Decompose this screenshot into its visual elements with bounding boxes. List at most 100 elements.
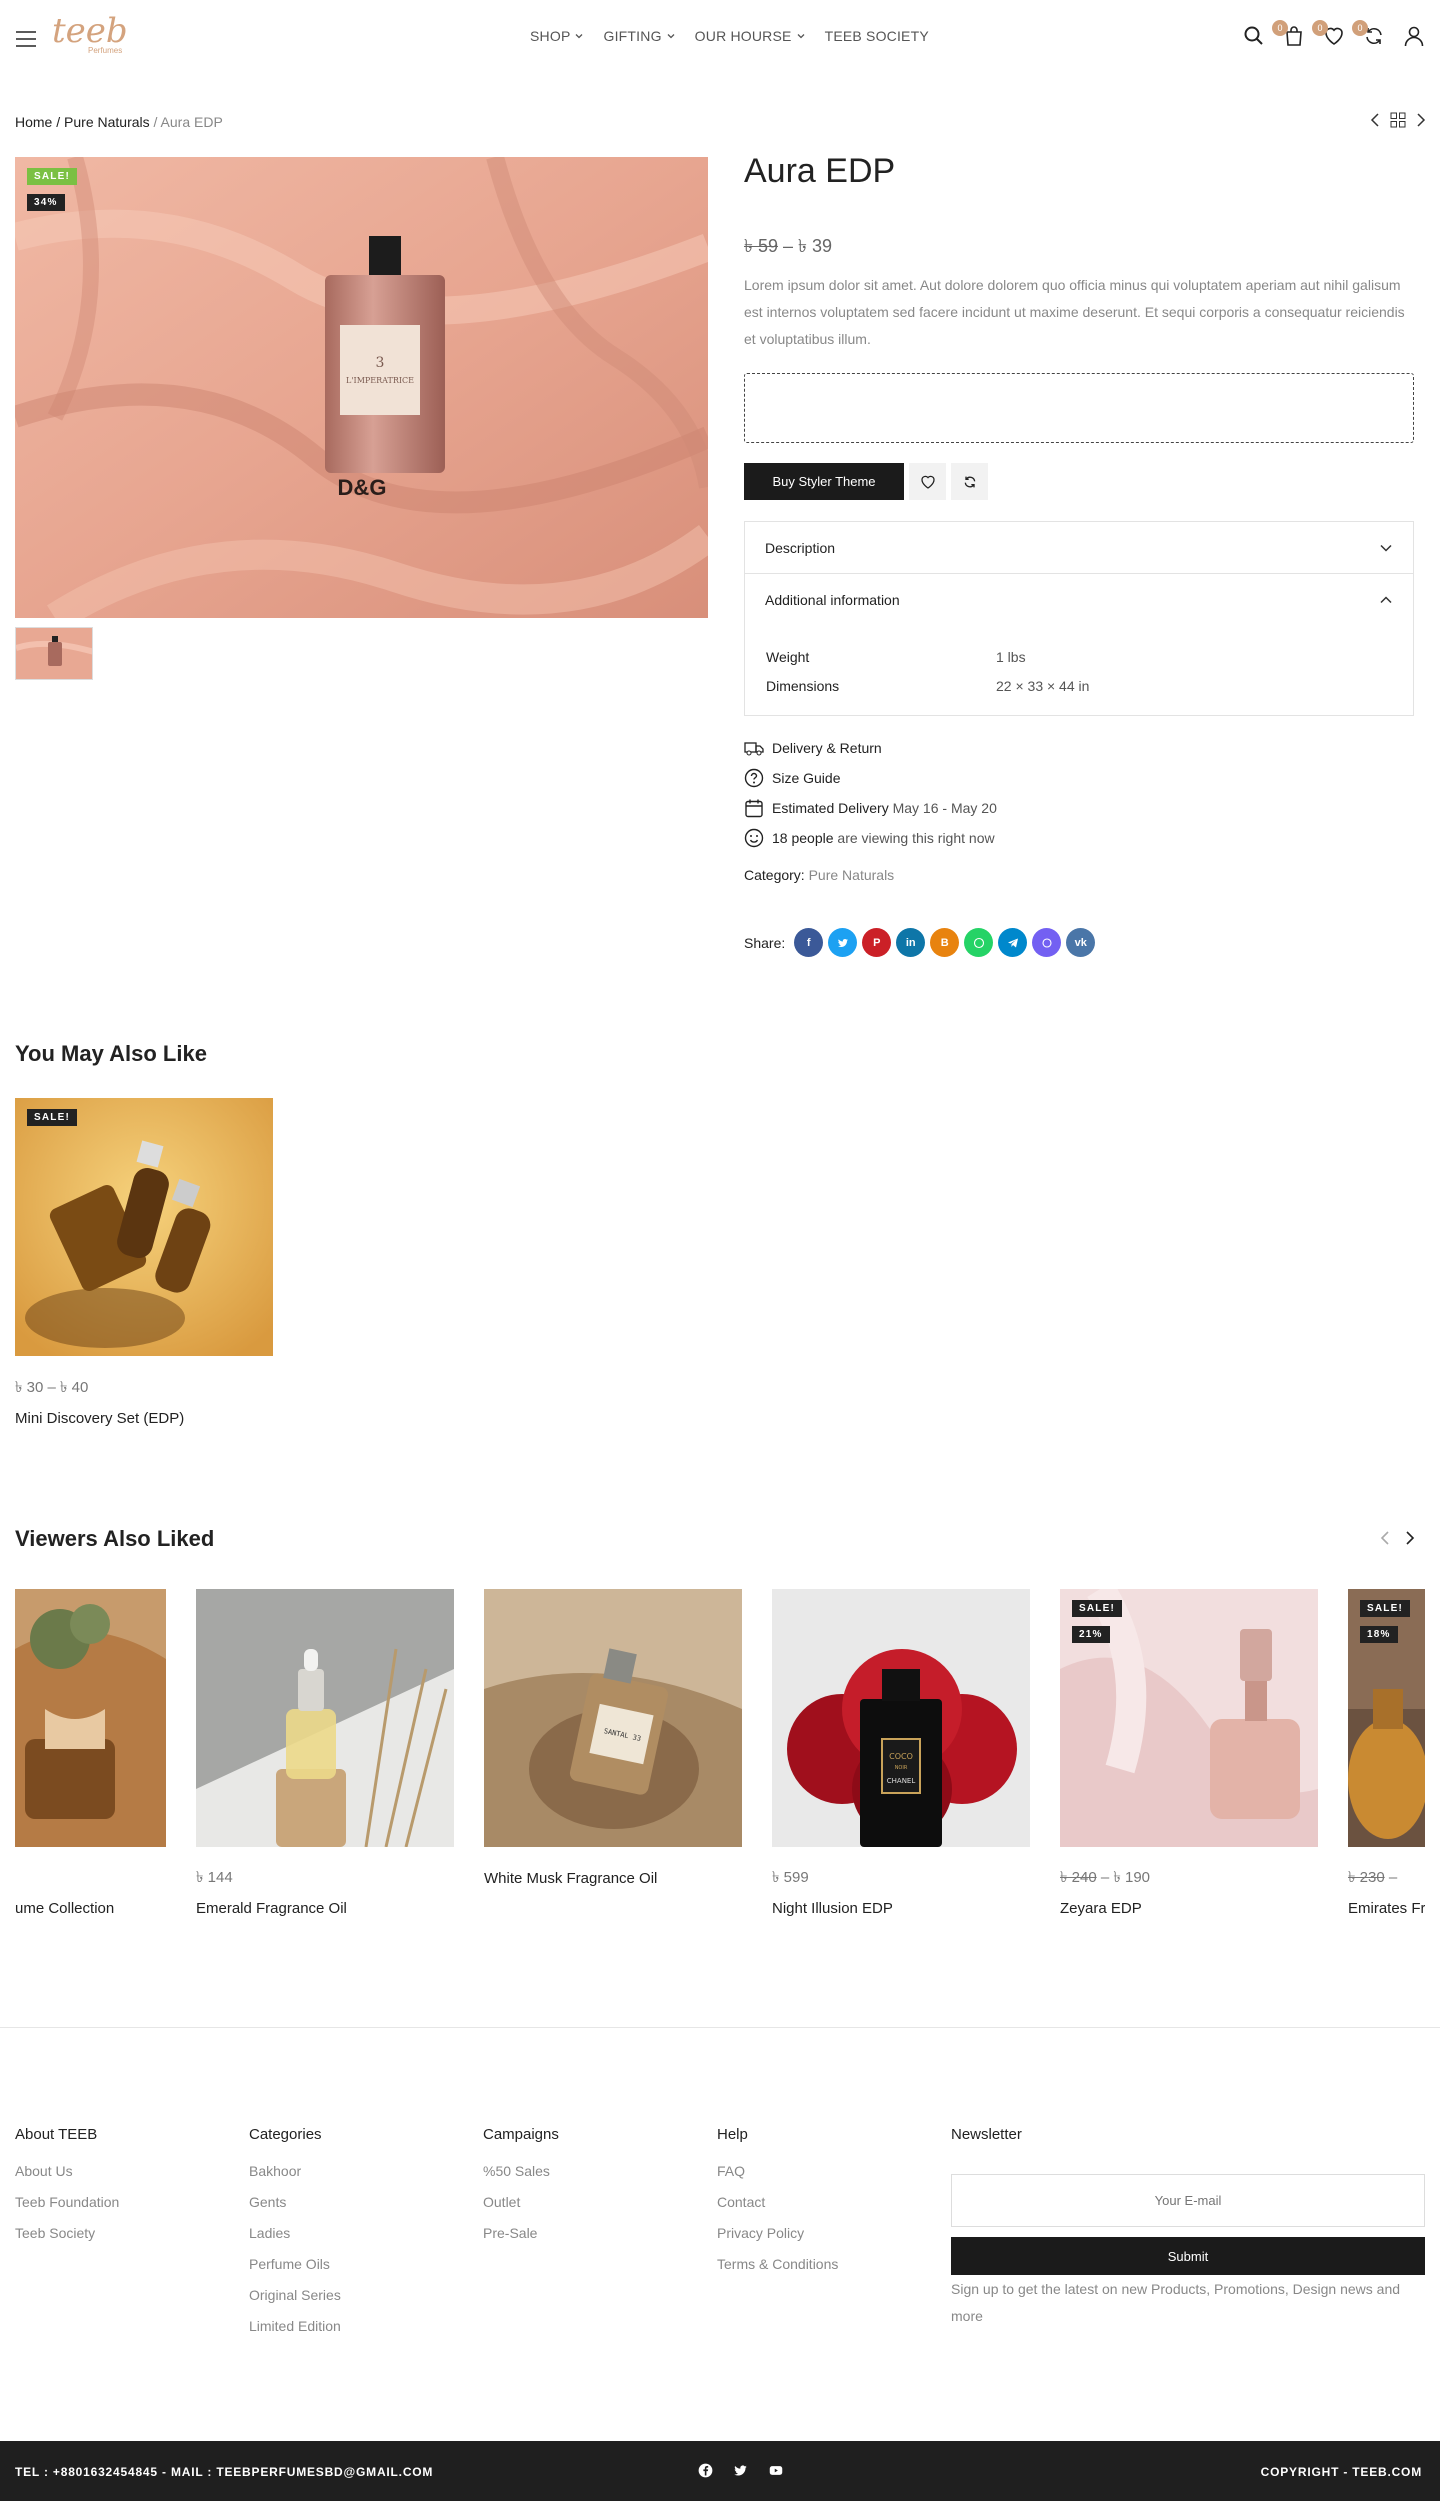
twitter-icon[interactable]: [733, 2463, 748, 2478]
bottle-label-name: L'IMPERATRICE: [346, 376, 414, 385]
nav-teeb-society[interactable]: TEEB SOCIETY: [825, 28, 929, 44]
viewer-product-name[interactable]: White Musk Fragrance Oil: [484, 1870, 657, 1887]
delivery-return-link[interactable]: Delivery & Return: [744, 733, 997, 763]
estimated-delivery-label: Estimated Delivery: [772, 800, 889, 816]
viewer-product-image[interactable]: [15, 1589, 166, 1847]
estimated-delivery: Estimated Delivery May 16 - May 20: [744, 793, 997, 823]
viewer-product-image[interactable]: SALE! 21%: [1060, 1589, 1318, 1847]
viewer-product-image[interactable]: [196, 1589, 454, 1847]
related-product-image[interactable]: SALE!: [15, 1098, 273, 1356]
viewer-product-name[interactable]: Night Illusion EDP: [772, 1900, 893, 1917]
viewer-product-image[interactable]: SALE! 18%: [1348, 1589, 1425, 1847]
accordion-description[interactable]: Description: [745, 522, 1413, 574]
cart-button[interactable]: 0: [1272, 20, 1306, 48]
info-row: Dimensions 22 × 33 × 44 in: [766, 671, 1392, 700]
grid-icon[interactable]: [1390, 112, 1406, 128]
collection-photo: [15, 1589, 166, 1847]
related-product-name[interactable]: Mini Discovery Set (EDP): [15, 1410, 184, 1427]
carousel-prev-button[interactable]: [1379, 1530, 1391, 1546]
footer-link[interactable]: Outlet: [483, 2194, 559, 2225]
youtube-icon[interactable]: [768, 2463, 784, 2478]
footer-link[interactable]: Contact: [717, 2194, 838, 2225]
delivery-return-label: Delivery & Return: [772, 740, 882, 756]
vk-share-icon[interactable]: vk: [1066, 928, 1096, 957]
footer-link[interactable]: Terms & Conditions: [717, 2256, 838, 2287]
newsletter-email-input[interactable]: [951, 2174, 1425, 2227]
viber-share-icon[interactable]: [1032, 928, 1062, 957]
buy-button[interactable]: Buy Styler Theme: [744, 463, 904, 500]
footer-link[interactable]: Pre-Sale: [483, 2225, 559, 2256]
footer-link[interactable]: Privacy Policy: [717, 2225, 838, 2256]
footer-link[interactable]: Ladies: [249, 2225, 341, 2256]
product-main-image[interactable]: 3 L'IMPERATRICE D&G SALE! 34%: [15, 157, 708, 618]
nav-our-house[interactable]: OUR HOURSE: [695, 28, 805, 44]
logo[interactable]: teeb Perfumes: [52, 14, 128, 66]
accordion-additional-info[interactable]: Additional information: [745, 574, 1413, 626]
footer-link[interactable]: About Us: [15, 2163, 119, 2194]
footer-col-help: Help FAQ Contact Privacy Policy Terms & …: [717, 2126, 838, 2287]
chevron-left-icon[interactable]: [1370, 113, 1380, 127]
search-icon[interactable]: [1242, 24, 1266, 48]
breadcrumb: Home / Pure Naturals / Aura EDP: [15, 114, 223, 130]
wishlist-button[interactable]: 0: [1312, 20, 1346, 48]
share-bar: Share: f P in B vk: [744, 928, 1096, 957]
footer-link[interactable]: Original Series: [249, 2287, 341, 2318]
footer-link[interactable]: Limited Edition: [249, 2318, 341, 2349]
nav-shop-label: SHOP: [530, 28, 571, 44]
viewer-product-price: ৳ 240 – ৳ 190: [1060, 1866, 1150, 1891]
add-to-wishlist-button[interactable]: [909, 463, 946, 500]
facebook-share-icon[interactable]: f: [794, 928, 824, 957]
footer-col-categories: Categories Bakhoor Gents Ladies Perfume …: [249, 2126, 341, 2349]
product-thumbnail[interactable]: [15, 627, 93, 680]
pinterest-share-icon[interactable]: P: [862, 928, 892, 957]
user-account-icon[interactable]: [1402, 24, 1426, 48]
footer-link[interactable]: FAQ: [717, 2163, 838, 2194]
chevron-down-icon: [1380, 544, 1392, 552]
night-illusion-photo: COCO NOIR CHANEL: [772, 1589, 1030, 1847]
nav-gifting[interactable]: GIFTING: [603, 28, 675, 44]
info-key: Dimensions: [766, 677, 840, 694]
hamburger-menu-icon[interactable]: [15, 30, 37, 48]
whatsapp-share-icon[interactable]: [964, 928, 994, 957]
breadcrumb-separator: /: [153, 114, 158, 130]
linkedin-share-icon[interactable]: in: [896, 928, 926, 957]
bottle-label-brand: CHANEL: [887, 1777, 916, 1785]
newsletter-title: Newsletter: [951, 2126, 1022, 2143]
blogger-share-icon[interactable]: B: [930, 928, 960, 957]
carousel-next-button[interactable]: [1404, 1530, 1416, 1546]
nav-shop[interactable]: SHOP: [530, 28, 583, 44]
footer-col-title: Help: [717, 2126, 748, 2143]
facebook-icon[interactable]: [698, 2463, 713, 2478]
footer-link[interactable]: %50 Sales: [483, 2163, 559, 2194]
viewer-product-name[interactable]: Zeyara EDP: [1060, 1900, 1142, 1917]
viewer-product-name[interactable]: Emirates Fr: [1348, 1900, 1425, 1917]
twitter-share-icon[interactable]: [828, 928, 858, 957]
viewer-product-price: ৳ 230 –: [1348, 1866, 1425, 1891]
footer-bottom-bar: TEL : +8801632454845 - MAIL : TEEBPERFUM…: [0, 2441, 1440, 2501]
compare-button[interactable]: 0: [1352, 20, 1386, 48]
breadcrumb-home[interactable]: Home: [15, 114, 52, 130]
viewer-product-image[interactable]: COCO NOIR CHANEL: [772, 1589, 1030, 1847]
chevron-right-icon[interactable]: [1416, 113, 1426, 127]
related-product-price: ৳ 30 – ৳ 40: [15, 1379, 89, 1396]
bottle-brand: D&G: [338, 475, 387, 500]
footer-link[interactable]: Teeb Foundation: [15, 2194, 119, 2225]
add-to-compare-button[interactable]: [951, 463, 988, 500]
footer-link[interactable]: Bakhoor: [249, 2163, 341, 2194]
viewer-product-name[interactable]: ume Collection: [15, 1900, 114, 1917]
telegram-share-icon[interactable]: [998, 928, 1028, 957]
viewer-product-name[interactable]: Emerald Fragrance Oil: [196, 1900, 347, 1917]
footer-link[interactable]: Teeb Society: [15, 2225, 119, 2256]
product-accordion: Description Additional information Weigh…: [744, 521, 1414, 716]
share-label: Share:: [744, 934, 786, 951]
category-link[interactable]: Pure Naturals: [809, 867, 895, 883]
footer-link[interactable]: Perfume Oils: [249, 2256, 341, 2287]
size-guide-link[interactable]: Size Guide: [744, 763, 997, 793]
footer-col-title: Campaigns: [483, 2126, 559, 2143]
newsletter-submit-button[interactable]: Submit: [951, 2237, 1425, 2275]
footer-link[interactable]: Gents: [249, 2194, 341, 2225]
breadcrumb-category[interactable]: Pure Naturals: [64, 114, 150, 130]
price-separator: –: [1388, 1869, 1398, 1886]
viewer-product-image[interactable]: SANTAL 33: [484, 1589, 742, 1847]
viewer-product-price: ৳ 144: [196, 1869, 233, 1886]
